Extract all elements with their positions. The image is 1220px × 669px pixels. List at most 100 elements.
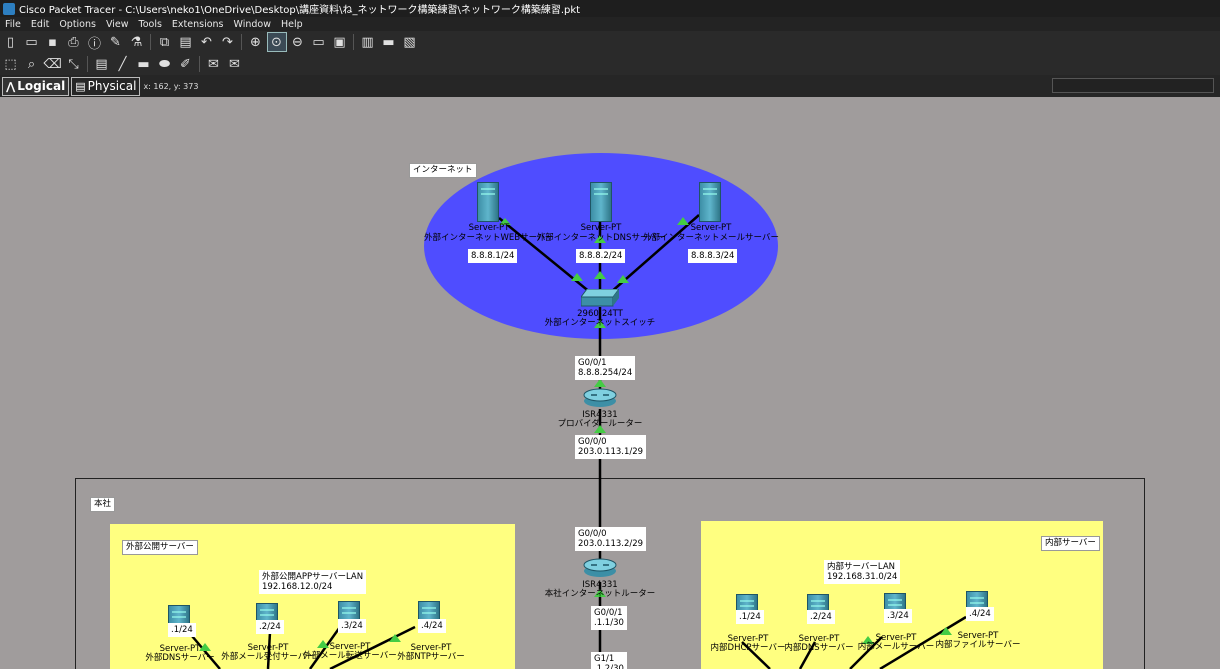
complex-pdu-icon[interactable]: ✉ — [226, 55, 244, 73]
custom-devices-icon[interactable]: ▣ — [331, 33, 349, 51]
tab-logical-label: Logical — [17, 79, 66, 93]
menu-tools[interactable]: Tools — [134, 19, 167, 30]
screenshot-icon[interactable]: ▧ — [401, 33, 419, 51]
toolbar-separator — [353, 34, 354, 50]
logical-workspace[interactable]: インターネット 本社 外部公開サーバー 内部サーバー 外部公開APPサーバーLA… — [0, 97, 1220, 669]
inet-mail-ip: 8.8.8.3/24 — [688, 249, 738, 263]
int-dns-name: 内部DNSサーバー — [784, 643, 854, 653]
int-file-ip: .4/24 — [966, 607, 994, 621]
drawing-palette-icon[interactable]: ▭ — [310, 33, 328, 51]
select-icon[interactable]: ⬚ — [2, 55, 20, 73]
new-file-icon[interactable]: ▯ — [2, 33, 20, 51]
router-icon[interactable] — [583, 387, 617, 409]
tab-physical-label: Physical — [87, 79, 137, 93]
workspace-tabs: ⋀ Logical ▤ Physical x: 162, y: 373 — [0, 75, 1220, 97]
menu-edit[interactable]: Edit — [26, 19, 54, 30]
note-icon[interactable]: ▤ — [93, 55, 111, 73]
link-up-indicator — [594, 271, 606, 279]
int-file-name: 内部ファイルサーバー — [935, 640, 1021, 650]
title-bar: Cisco Packet Tracer - C:\Users\neko1\One… — [0, 0, 1220, 17]
int-mail-ip: .3/24 — [884, 609, 912, 623]
ext-ntp-name: 外部NTPサーバー — [397, 652, 465, 662]
tab-physical[interactable]: ▤ Physical — [71, 76, 141, 96]
ellipse-icon[interactable]: ⬬ — [156, 55, 174, 73]
ext-mail-fwd-name: 外部メール転送サーバー — [303, 651, 397, 661]
save-icon[interactable]: ▪ — [44, 33, 62, 51]
internal-zone-label: 内部サーバー — [1041, 536, 1100, 551]
undo-icon[interactable]: ↶ — [198, 33, 216, 51]
inet-mail-name: 外部インターネットメールサーバー — [643, 233, 779, 243]
ext-mail-fwd-ip: .3/24 — [338, 619, 366, 633]
copy-icon[interactable]: ⧉ — [156, 33, 174, 51]
main-toolbar: ▯ ▭ ▪ ⎙ ⓘ ✎ ⚗ ⧉ ▤ ↶ ↷ ⊕ ⊙ ⊖ ▭ ▣ ▥ ▬ ▧ — [0, 31, 1220, 53]
inet-dns-type: Server-PT — [580, 223, 622, 233]
inet-web-ip: 8.8.8.1/24 — [468, 249, 518, 263]
redo-icon[interactable]: ↷ — [219, 33, 237, 51]
inet-web-server[interactable] — [477, 182, 499, 222]
logical-icon: ⋀ — [6, 79, 16, 93]
viewport-icon[interactable]: ▬ — [380, 33, 398, 51]
print-icon[interactable]: ⎙ — [65, 33, 83, 51]
simple-pdu-icon[interactable]: ✉ — [205, 55, 223, 73]
router-icon[interactable] — [583, 557, 617, 579]
menu-view[interactable]: View — [101, 19, 134, 30]
hq-if-next: G1/1 .1.2/30 — [591, 652, 627, 669]
resize-icon[interactable]: ⤡ — [65, 55, 83, 73]
zoom-reset-icon[interactable]: ⊙ — [266, 32, 287, 52]
ext-ntp-ip: .4/24 — [418, 619, 446, 633]
int-dns-ip: .2/24 — [807, 610, 835, 624]
ext-dns-name: 外部DNSサーバー — [145, 653, 215, 663]
inet-dns-ip: 8.8.8.2/24 — [576, 249, 626, 263]
int-dhcp-name: 内部DHCPサーバー — [710, 643, 786, 653]
open-folder-icon[interactable]: ▭ — [23, 33, 41, 51]
link-up-indicator — [677, 217, 689, 225]
menu-extensions[interactable]: Extensions — [167, 19, 229, 30]
info-icon[interactable]: ⓘ — [86, 33, 104, 52]
status-field — [1052, 78, 1214, 93]
internet-label: インターネット — [409, 163, 477, 178]
activity-wizard-icon[interactable]: ✎ — [107, 33, 125, 51]
ext-mail-recv-ip: .2/24 — [256, 620, 284, 634]
ext-mail-recv-name: 外部メール受付サーバー — [221, 652, 315, 662]
packet-tracer-app-icon — [3, 2, 15, 15]
inet-dns-server[interactable] — [590, 182, 612, 222]
freeform-icon[interactable]: ✐ — [177, 55, 195, 73]
rectangle-icon[interactable]: ▬ — [135, 55, 153, 73]
toolbar-separator — [87, 56, 88, 72]
toolbar-separator — [241, 34, 242, 50]
menu-bar: File Edit Options View Tools Extensions … — [0, 17, 1220, 31]
zoom-in-icon[interactable]: ⊕ — [247, 33, 265, 51]
inet-mail-server[interactable] — [699, 182, 721, 222]
inet-web-name: 外部インターネットWEBサーバー — [423, 233, 555, 243]
tab-logical[interactable]: ⋀ Logical — [2, 76, 70, 96]
hq-label: 本社 — [90, 497, 116, 512]
hq-name: 本社インターネットルーター — [544, 589, 656, 599]
menu-help[interactable]: Help — [276, 19, 308, 30]
ext-lan-label: 外部公開APPサーバーLAN 192.168.12.0/24 — [259, 570, 367, 594]
cluster-icon[interactable]: ▥ — [359, 33, 377, 51]
provider-if-top: G0/0/1 8.8.8.254/24 — [575, 356, 636, 380]
network-info-icon[interactable]: ⚗ — [128, 33, 146, 51]
switch-name: 外部インターネットスイッチ — [544, 318, 656, 328]
physical-icon: ▤ — [75, 79, 86, 93]
edit-toolbar: ⬚ ⌕ ⌫ ⤡ ▤ ╱ ▬ ⬬ ✐ ✉ ✉ — [0, 53, 1220, 75]
inet-web-type: Server-PT — [468, 223, 510, 233]
int-lan-label: 内部サーバーLAN 192.168.31.0/24 — [824, 560, 901, 584]
delete-icon[interactable]: ⌫ — [43, 55, 61, 73]
switch-icon[interactable] — [581, 289, 619, 307]
toolbar-separator — [150, 34, 151, 50]
inspect-icon[interactable]: ⌕ — [23, 55, 41, 73]
hq-if-bottom: G0/0/1 .1.1/30 — [591, 606, 627, 630]
menu-window[interactable]: Window — [229, 19, 276, 30]
int-mail-name: 内部メールサーバー — [857, 642, 935, 652]
inet-mail-type: Server-PT — [690, 223, 732, 233]
zoom-out-icon[interactable]: ⊖ — [289, 33, 307, 51]
provider-name: プロバイダールーター — [557, 419, 643, 429]
external-zone-label: 外部公開サーバー — [122, 540, 198, 555]
menu-options[interactable]: Options — [54, 19, 101, 30]
cursor-coordinates: x: 162, y: 373 — [143, 81, 199, 91]
ext-dns-ip: .1/24 — [168, 623, 196, 637]
line-icon[interactable]: ╱ — [114, 55, 132, 73]
paste-icon[interactable]: ▤ — [177, 33, 195, 51]
menu-file[interactable]: File — [0, 19, 26, 30]
